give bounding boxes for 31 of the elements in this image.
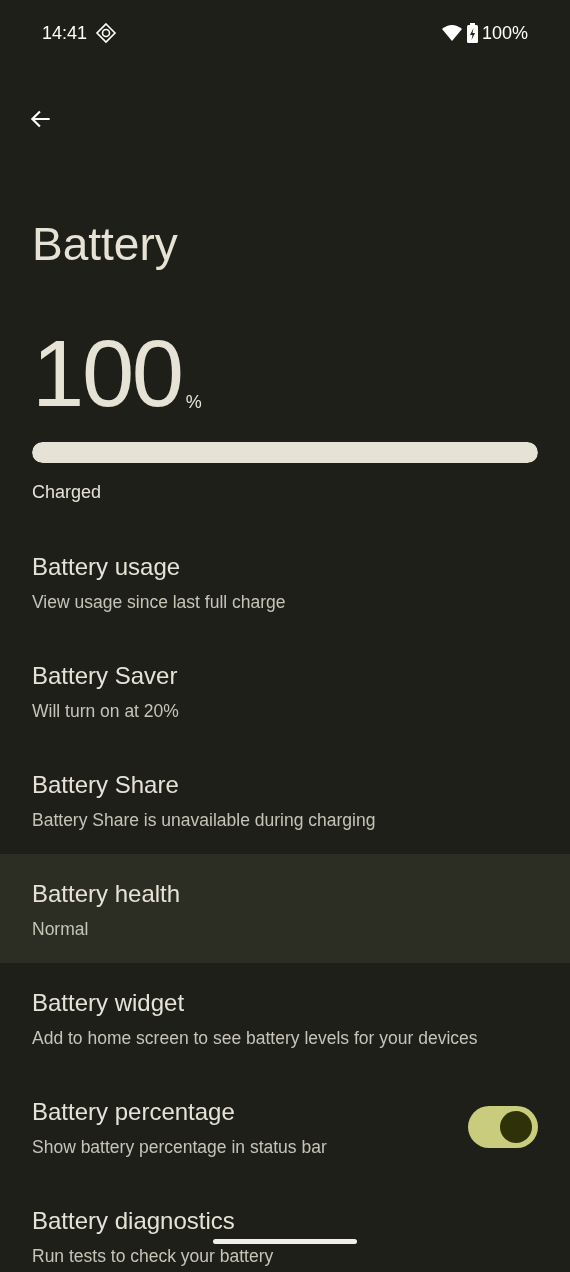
settings-item[interactable]: Battery Share Battery Share is unavailable during charging	[0, 745, 570, 854]
item-subtitle: Normal	[32, 918, 89, 939]
settings-item[interactable]: Battery diagnostics Run tests to check your battery	[0, 1181, 570, 1272]
item-title: Battery diagnostics	[32, 1205, 236, 1236]
item-subtitle: Will turn on at 20%	[32, 700, 179, 721]
page-title: Battery	[32, 217, 179, 272]
settings-item[interactable]: Battery Saver Will turn on at 20%	[0, 636, 570, 745]
item-title: Battery percentage	[32, 1096, 236, 1127]
settings-item[interactable]: Battery health Normal	[0, 854, 570, 963]
item-title: Battery Saver	[32, 660, 179, 691]
charge-status: Charged	[32, 481, 103, 504]
settings-item[interactable]: Battery usage View usage since last full charge	[0, 527, 570, 636]
battery-percent: 100%	[481, 21, 528, 45]
settings-item[interactable]: Battery widget Add to home screen to see battery levels for your devices	[0, 963, 570, 1072]
settings-item[interactable]: Battery percentage Show battery percentage in status bar	[0, 1072, 570, 1181]
item-title: Battery Share	[32, 769, 180, 800]
status-time: 14:41	[42, 21, 88, 45]
diamond-icon	[95, 22, 118, 44]
battery-level-unit: %	[185, 391, 202, 414]
item-subtitle: Run tests to check your battery	[32, 1245, 274, 1266]
item-subtitle: Show battery percentage in status bar	[32, 1136, 327, 1157]
item-title: Battery usage	[32, 551, 182, 582]
battery-charging-icon	[466, 23, 478, 43]
item-subtitle: Battery Share is unavailable during charging	[32, 809, 376, 830]
toggle-switch[interactable]	[468, 1105, 538, 1148]
wifi-icon	[440, 24, 463, 42]
battery-level-value: 100	[32, 334, 182, 414]
item-title: Battery widget	[32, 987, 186, 1018]
item-subtitle: View usage since last full charge	[32, 591, 286, 612]
item-title: Battery health	[32, 878, 182, 909]
item-subtitle: Add to home screen to see battery levels for your devices	[32, 1027, 478, 1048]
